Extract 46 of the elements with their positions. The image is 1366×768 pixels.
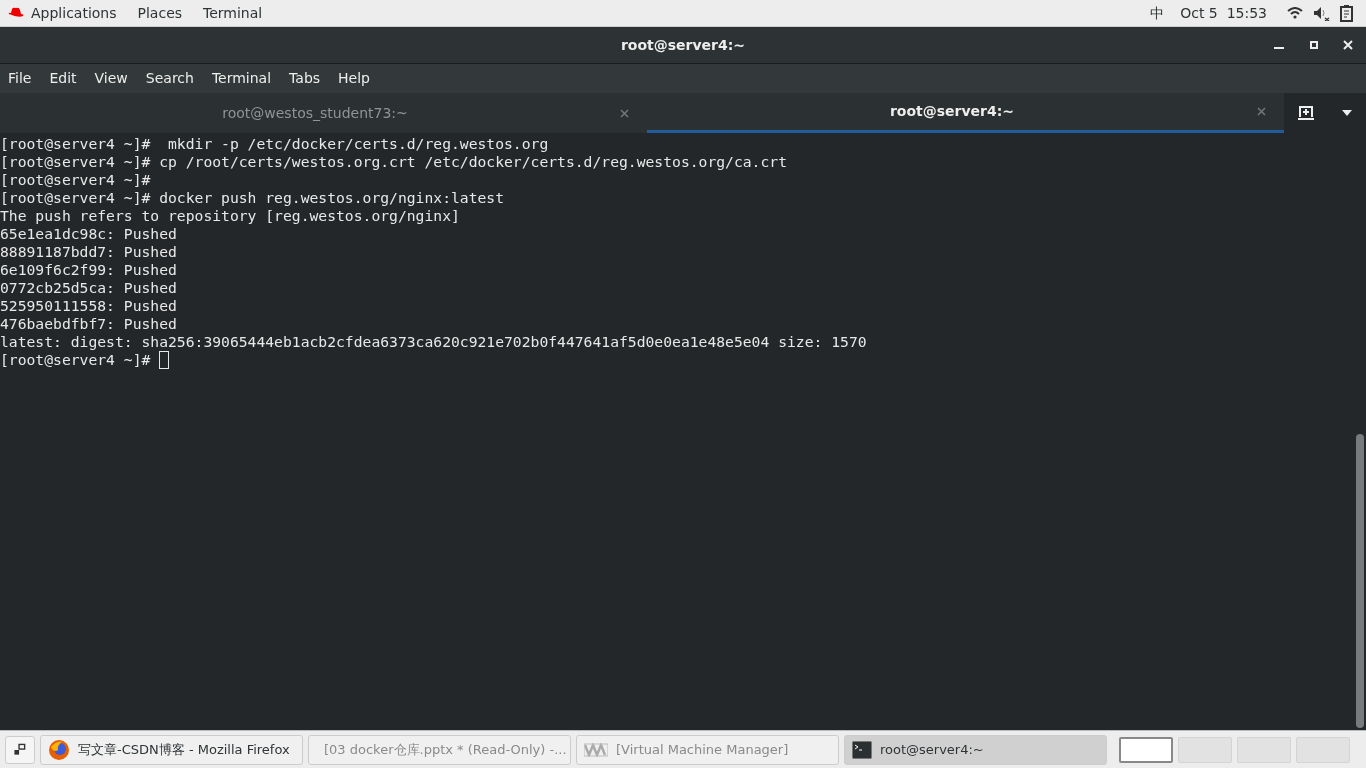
clock[interactable]: Oct 5 15:53 — [1180, 2, 1267, 24]
show-desktop-icon[interactable] — [5, 735, 35, 764]
terminal-line: 476baebdfbf7: Pushed — [0, 315, 177, 333]
terminal-line: 65e1ea1dc98c: Pushed — [0, 225, 177, 243]
taskbar-button[interactable]: 写文章-CSDN博客 - Mozilla Firefox — [40, 734, 303, 765]
browser-icon — [48, 738, 70, 761]
menu-item[interactable]: Help — [338, 68, 370, 89]
terminal-line: The push refers to repository [reg.westos.org/nginx] — [0, 207, 460, 225]
minimize-icon[interactable] — [1274, 47, 1284, 50]
terminal-line: 525950111558: Pushed — [0, 297, 177, 315]
top-menu[interactable]: Terminal — [203, 2, 263, 24]
terminal-line: 88891187bdd7: Pushed — [0, 243, 177, 261]
terminal-line: 0772cb25d5ca: Pushed — [0, 279, 177, 297]
input-method[interactable]: 中 — [1150, 2, 1165, 24]
hat-icon — [8, 7, 24, 19]
terminal-line: [root@server4 ~]# docker push reg.westos.org/nginx:latest — [0, 189, 505, 207]
menu-item[interactable]: Tabs — [289, 68, 321, 89]
menu-item[interactable]: File — [8, 68, 32, 89]
cursor — [159, 351, 170, 369]
maximize-icon[interactable] — [1310, 41, 1318, 49]
menu-item[interactable]: Edit — [49, 68, 77, 89]
menu-item[interactable]: View — [94, 68, 128, 89]
close-tab-icon[interactable] — [1257, 107, 1266, 116]
terminal-line: 6e109f6c2f99: Pushed — [0, 261, 177, 279]
top-menu[interactable]: Places — [137, 2, 183, 24]
taskbar-button[interactable]: root@server4:~ — [844, 734, 1107, 765]
terminal-line: latest: digest: sha256:39065444eb1acb2cfdea6373ca620c921e702b0f447641af5d0e0ea1e48e5e04 size: 1570 — [0, 333, 867, 351]
volume-muted-icon[interactable] — [1313, 5, 1330, 21]
terminal-icon — [852, 740, 872, 759]
menu-item[interactable]: Search — [145, 68, 194, 89]
wifi-icon[interactable] — [1287, 7, 1303, 19]
terminal-line: [root@server4 ~]# — [0, 171, 152, 189]
top-menu[interactable]: Applications — [31, 2, 117, 24]
close-icon[interactable] — [1343, 40, 1353, 50]
terminal-line: [root@server4 ~]# cp /root/certs/westos.org.crt /etc/docker/certs.d/reg.westos.org/ca.crt — [0, 153, 787, 171]
scrollbar-thumb[interactable] — [1356, 434, 1364, 728]
menu-item[interactable]: Terminal — [211, 68, 272, 89]
terminal-prompt: [root@server4 ~]# — [0, 351, 152, 369]
window-title: root@server4:~ — [620, 36, 746, 53]
terminal-line: [root@server4 ~]# mkdir -p /etc/docker/certs.d/reg.westos.org — [0, 135, 549, 153]
close-tab-icon[interactable] — [620, 108, 629, 118]
new-tab-icon[interactable] — [1298, 105, 1314, 121]
battery-icon[interactable] — [1340, 4, 1353, 22]
dropdown-icon[interactable] — [1342, 110, 1352, 116]
monitors-icon — [584, 742, 608, 757]
workspace[interactable] — [1119, 736, 1173, 763]
